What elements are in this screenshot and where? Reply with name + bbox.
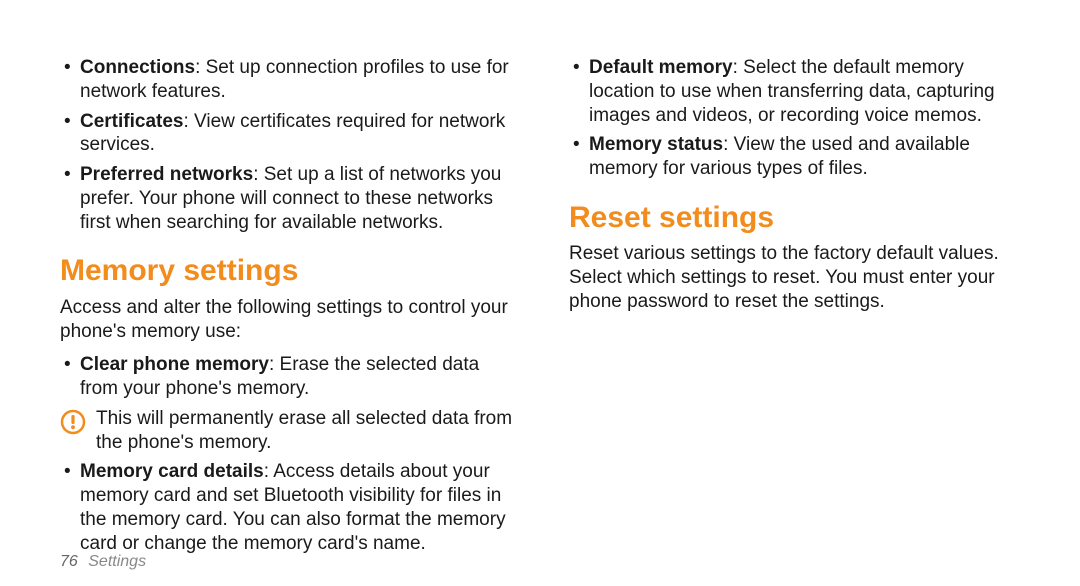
- right-column: Default memory: Select the default memor…: [569, 50, 1030, 561]
- manual-page: Connections: Set up connection profiles …: [0, 0, 1080, 586]
- warning-text: This will permanently erase all selected…: [96, 407, 521, 455]
- bullet-title: Memory status: [589, 134, 723, 155]
- two-column-layout: Connections: Set up connection profiles …: [60, 50, 1030, 561]
- bullet-title: Certificates: [80, 111, 184, 132]
- footer-section: Settings: [88, 553, 146, 570]
- list-item: Preferred networks: Set up a list of net…: [60, 163, 521, 234]
- warning-icon: [60, 409, 86, 435]
- list-item: Memory card details: Access details abou…: [60, 460, 521, 555]
- page-footer: 76 Settings: [60, 552, 146, 572]
- list-item: Default memory: Select the default memor…: [569, 56, 1030, 127]
- bullet-title: Clear phone memory: [80, 354, 269, 375]
- memory-bullet-list-1: Clear phone memory: Erase the selected d…: [60, 353, 521, 401]
- bullet-title: Connections: [80, 57, 195, 78]
- left-top-bullet-list: Connections: Set up connection profiles …: [60, 56, 521, 234]
- memory-settings-intro: Access and alter the following settings …: [60, 296, 521, 344]
- left-column: Connections: Set up connection profiles …: [60, 50, 521, 561]
- list-item: Memory status: View the used and availab…: [569, 133, 1030, 181]
- memory-bullet-list-2: Memory card details: Access details abou…: [60, 460, 521, 555]
- warning-row: This will permanently erase all selected…: [60, 407, 521, 455]
- list-item: Clear phone memory: Erase the selected d…: [60, 353, 521, 401]
- bullet-title: Preferred networks: [80, 164, 253, 185]
- bullet-title: Default memory: [589, 57, 733, 78]
- bullet-title: Memory card details: [80, 461, 264, 482]
- reset-settings-intro: Reset various settings to the factory de…: [569, 242, 1030, 313]
- right-top-bullet-list: Default memory: Select the default memor…: [569, 56, 1030, 181]
- memory-settings-heading: Memory settings: [60, 252, 521, 290]
- list-item: Certificates: View certificates required…: [60, 110, 521, 158]
- list-item: Connections: Set up connection profiles …: [60, 56, 521, 104]
- reset-settings-heading: Reset settings: [569, 199, 1030, 237]
- page-number: 76: [60, 553, 78, 570]
